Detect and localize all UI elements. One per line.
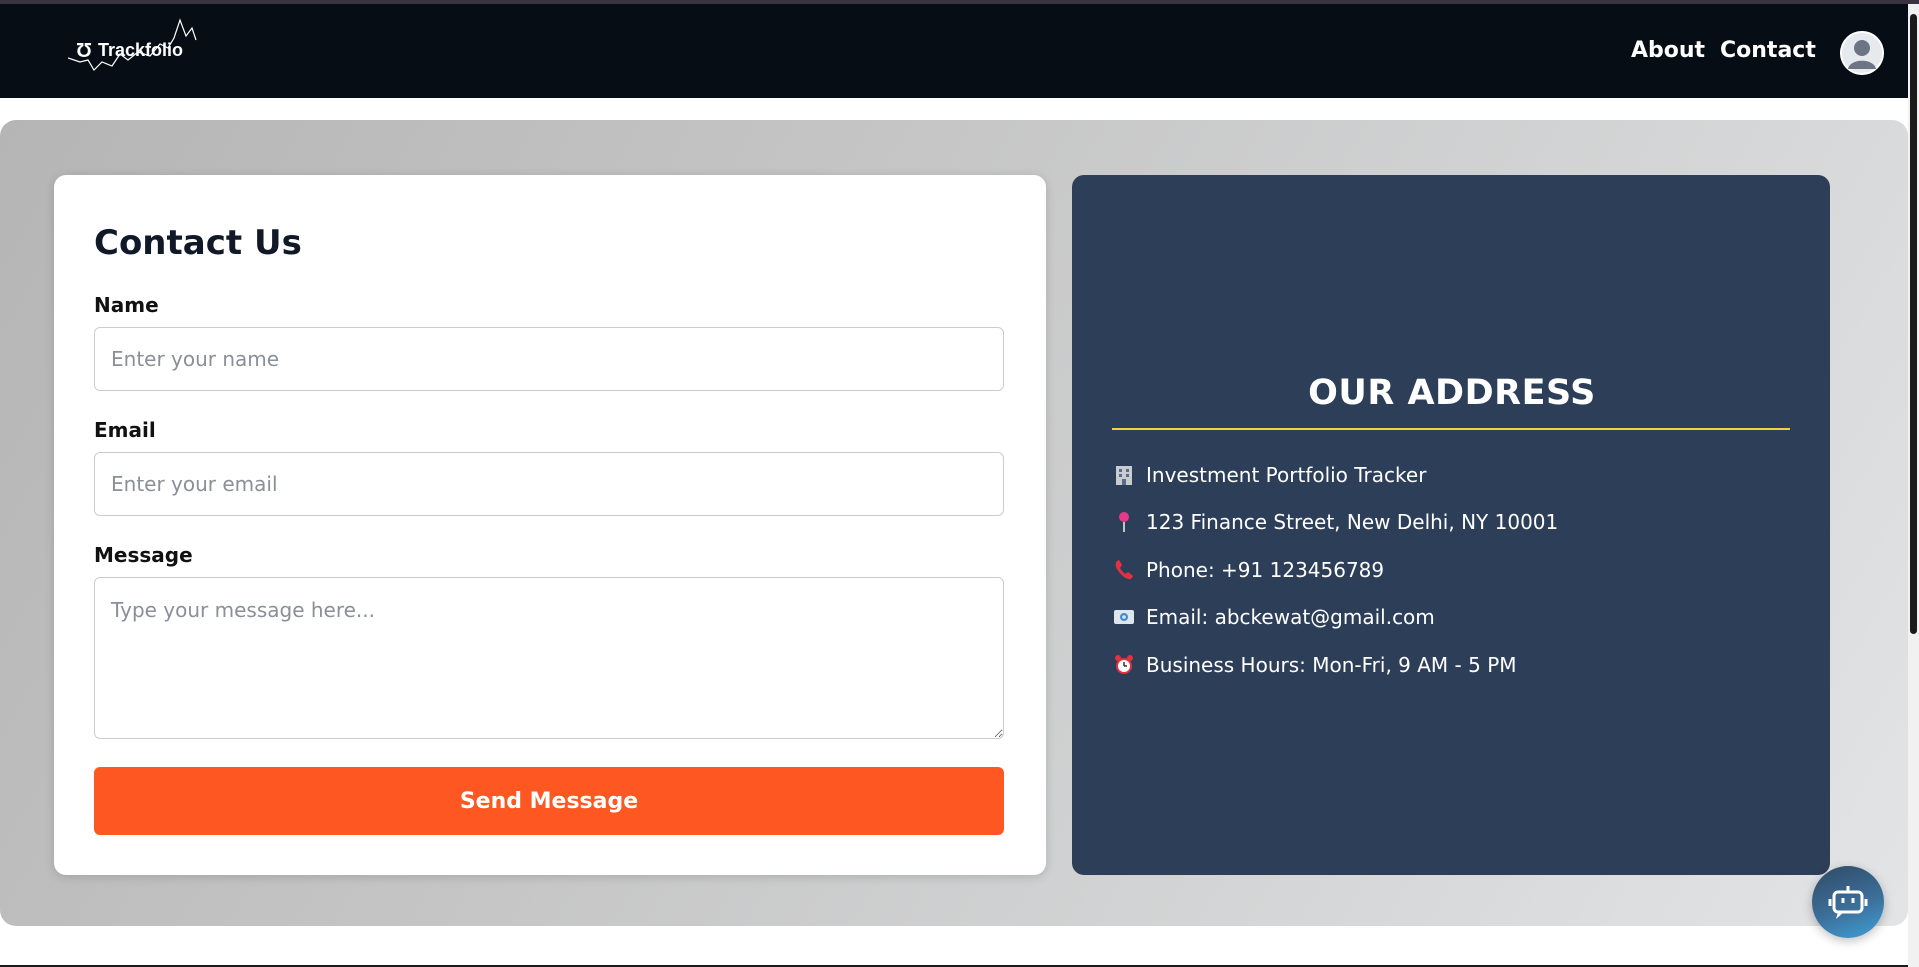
address-item-street: 123 Finance Street, New Delhi, NY 10001 — [1112, 507, 1558, 537]
email-label: Email — [94, 418, 156, 442]
message-textarea[interactable] — [94, 577, 1004, 739]
address-title: OUR ADDRESS — [1308, 373, 1596, 413]
address-street-text: 123 Finance Street, New Delhi, NY 10001 — [1146, 510, 1559, 534]
map-pin-icon — [1112, 510, 1136, 534]
user-avatar-icon[interactable] — [1840, 31, 1884, 75]
name-label: Name — [94, 293, 159, 317]
send-message-button[interactable]: Send Message — [94, 767, 1004, 835]
office-building-icon — [1112, 463, 1136, 487]
address-phone-text: Phone: +91 123456789 — [1146, 558, 1385, 582]
address-email-text: Email: abckewat@gmail.com — [1146, 605, 1435, 629]
navbar: Ʊ Trackfolio About Contact — [0, 4, 1908, 98]
address-item-company: Investment Portfolio Tracker — [1112, 460, 1426, 490]
address-item-email: Email: abckewat@gmail.com — [1112, 602, 1435, 632]
address-item-phone: Phone: +91 123456789 — [1112, 555, 1384, 585]
nav-link-about[interactable]: About — [1631, 38, 1705, 63]
address-divider — [1112, 428, 1790, 430]
chatbot-button[interactable] — [1812, 866, 1884, 938]
email-icon — [1112, 605, 1136, 629]
alarm-clock-icon — [1112, 653, 1136, 677]
message-label: Message — [94, 543, 193, 567]
brand-name: Trackfolio — [98, 40, 184, 60]
brand-logo[interactable]: Ʊ Trackfolio — [67, 14, 238, 86]
contact-form: Contact Us Name Email Message Send Messa… — [54, 175, 1046, 875]
form-title: Contact Us — [94, 223, 302, 263]
telephone-icon — [1112, 558, 1136, 582]
page-scrollbar[interactable] — [1908, 4, 1919, 967]
chatbot-icon — [1828, 886, 1868, 919]
address-card: OUR ADDRESS Investment Portfolio Tracker… — [1072, 175, 1830, 875]
address-item-hours: Business Hours: Mon-Fri, 9 AM - 5 PM — [1112, 650, 1517, 680]
email-input[interactable] — [94, 452, 1004, 516]
logo-monogram: Ʊ — [76, 40, 93, 62]
scrollbar-thumb[interactable] — [1910, 14, 1917, 634]
address-hours-text: Business Hours: Mon-Fri, 9 AM - 5 PM — [1146, 653, 1517, 677]
address-company-text: Investment Portfolio Tracker — [1146, 463, 1427, 487]
name-input[interactable] — [94, 327, 1004, 391]
nav-link-contact[interactable]: Contact — [1720, 38, 1816, 63]
